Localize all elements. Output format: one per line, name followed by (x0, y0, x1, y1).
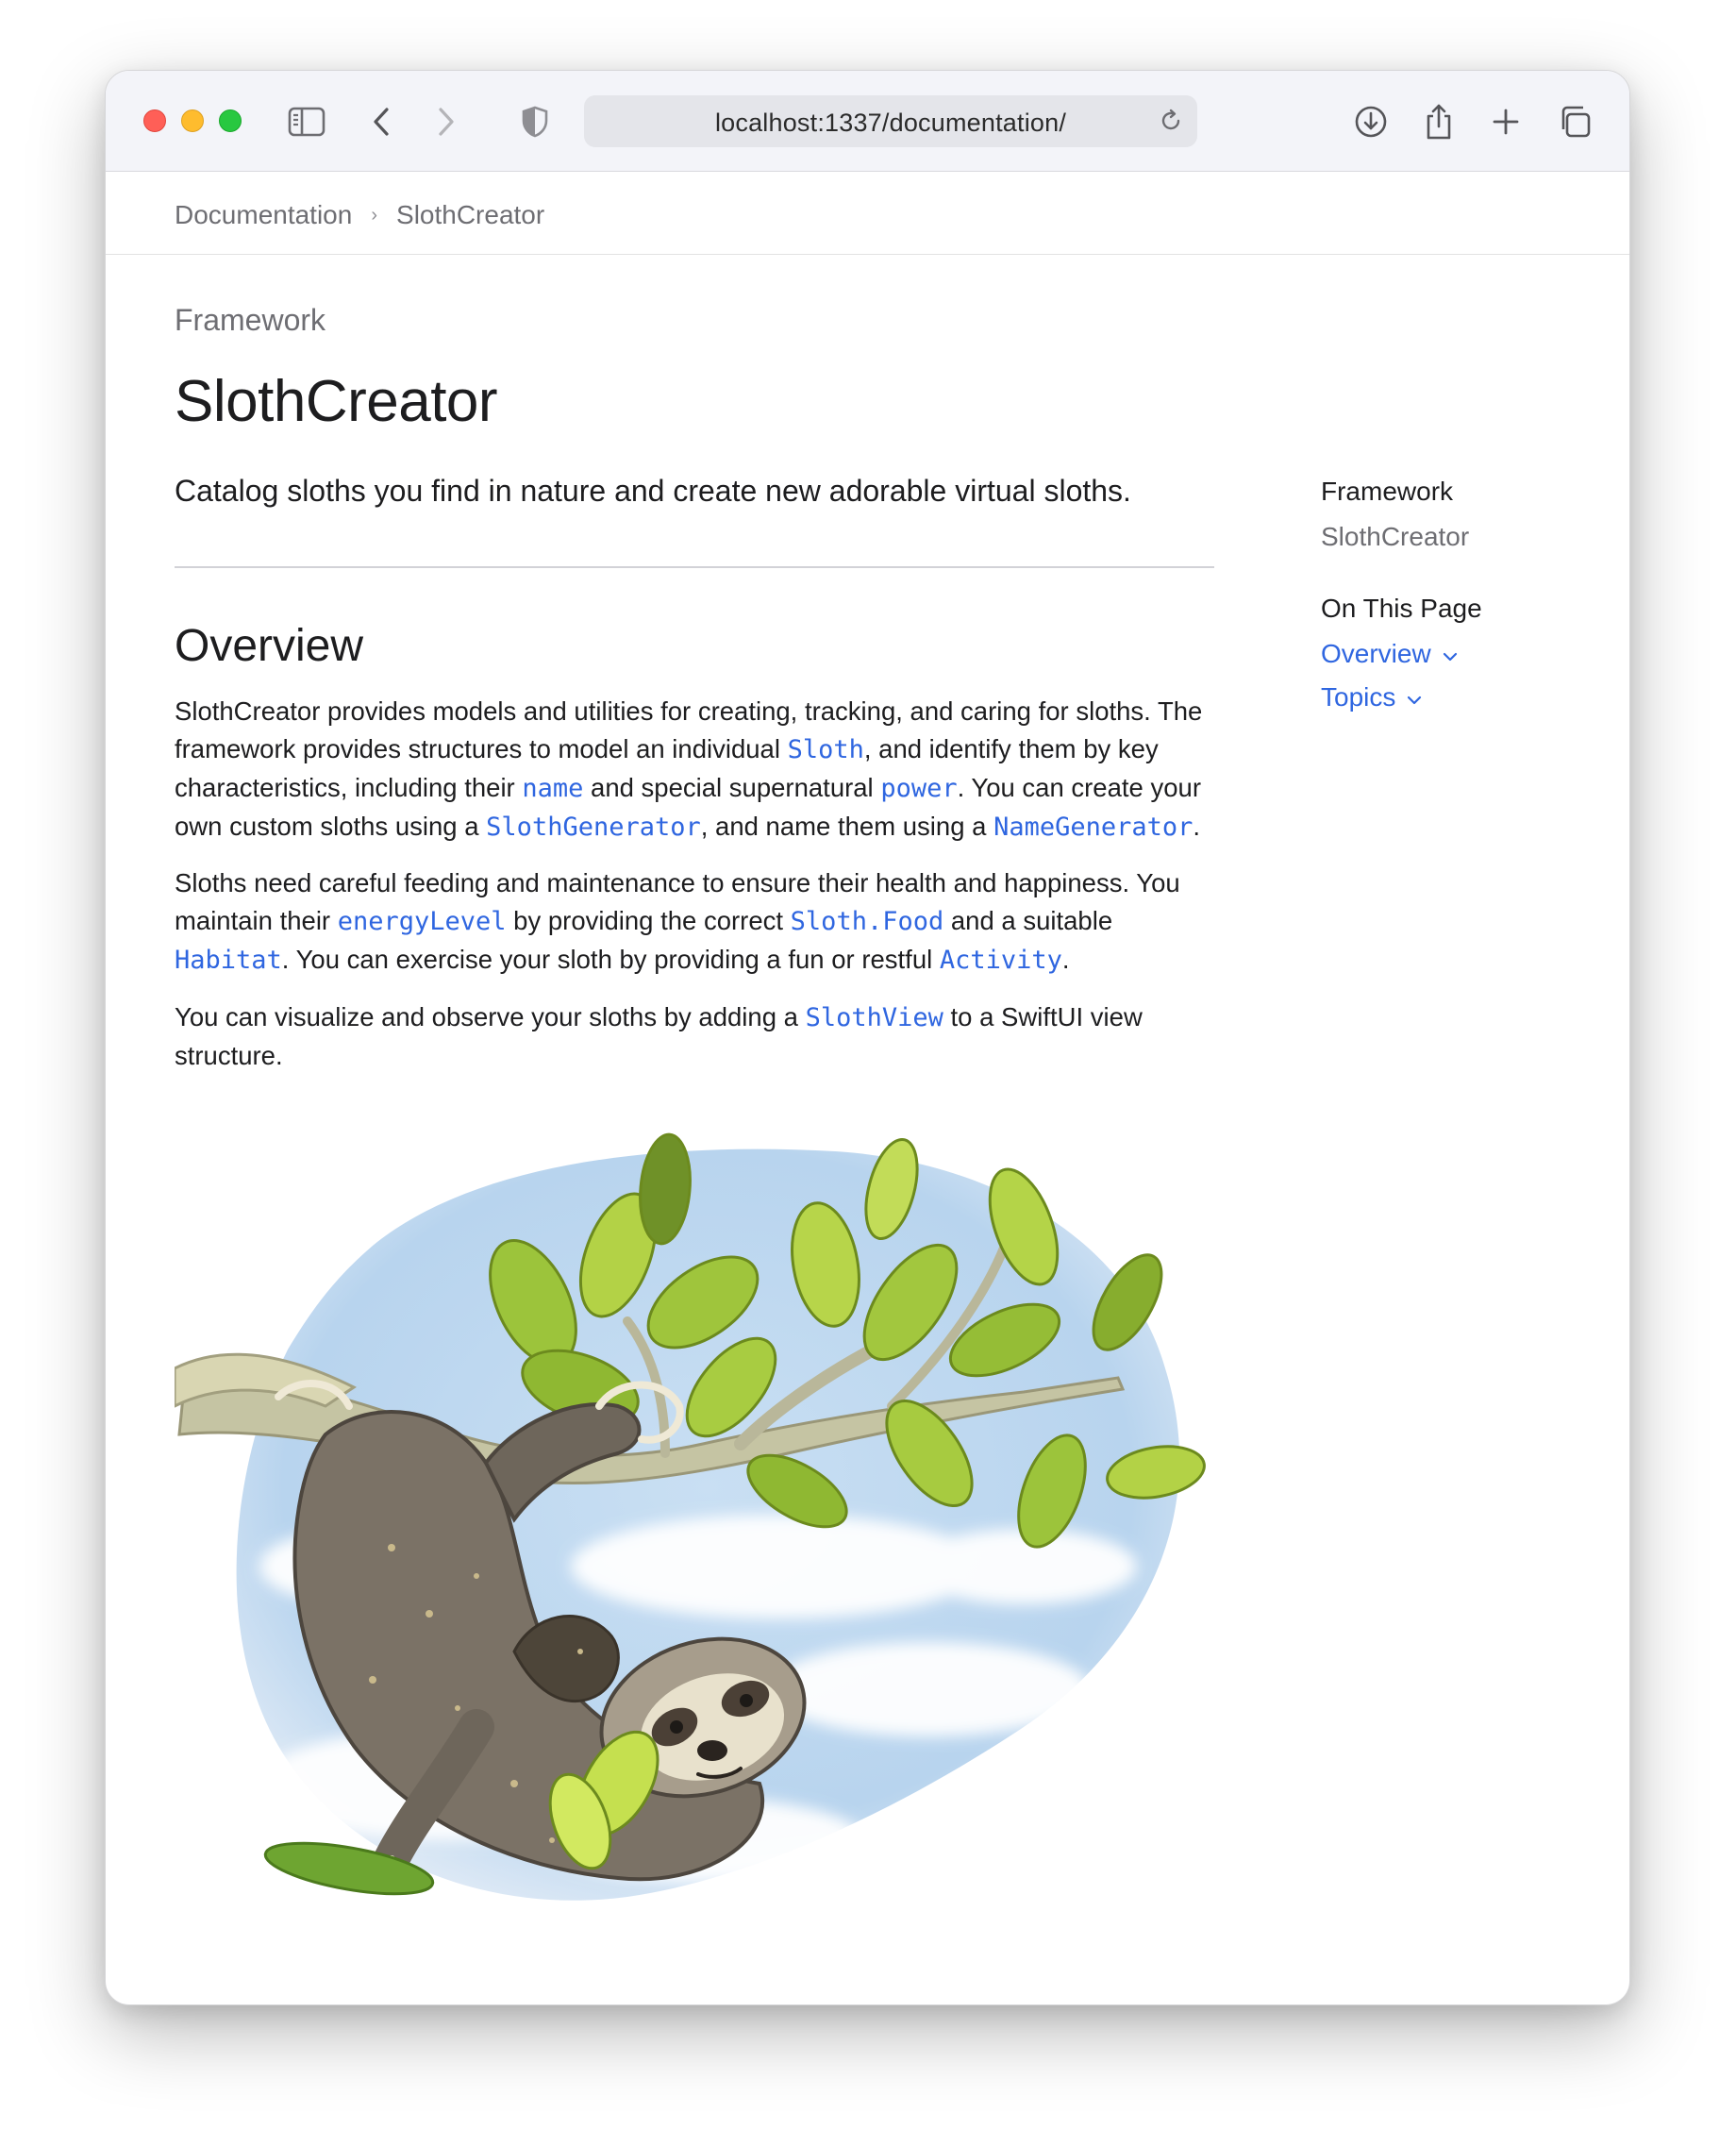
overview-paragraph: Sloths need careful feeding and maintena… (175, 864, 1222, 980)
minimize-window-button[interactable] (181, 109, 204, 132)
paragraph-text: by providing the correct (506, 906, 791, 935)
browser-toolbar: localhost:1337/documentation/ (106, 71, 1629, 172)
shield-icon[interactable] (512, 99, 558, 144)
breadcrumb-separator: › (371, 204, 378, 226)
paragraph-text: . (1061, 945, 1070, 974)
paragraph-text: You can visualize and observe your sloth… (175, 1002, 806, 1031)
symbol-link-name[interactable]: name (522, 774, 583, 803)
paragraph-text: and a suitable (943, 906, 1113, 935)
sidebar-link-label: Overview (1321, 639, 1431, 668)
sidebar-kind: Framework (1321, 477, 1454, 506)
sidebar-link-overview[interactable]: Overview (1321, 639, 1604, 669)
paragraph-text: . You can exercise your sloth by providi… (281, 945, 940, 974)
zoom-window-button[interactable] (219, 109, 242, 132)
sidebar-icon[interactable] (284, 99, 329, 144)
symbol-link-habitat[interactable]: Habitat (175, 946, 282, 975)
section-divider (175, 566, 1214, 568)
overview-paragraph: You can visualize and observe your sloth… (175, 998, 1222, 1075)
symbol-link-sloth[interactable]: Sloth (788, 735, 864, 764)
breadcrumb-current: SlothCreator (396, 200, 545, 229)
paragraph-text: , and name them using a (700, 812, 994, 841)
sidebar-module: SlothCreator (1321, 522, 1470, 551)
chevron-down-icon (1443, 639, 1458, 669)
browser-window: localhost:1337/documentation/ Documentat (105, 70, 1630, 2005)
on-this-page-heading: On This Page (1321, 594, 1482, 623)
breadcrumb-documentation[interactable]: Documentation (175, 200, 352, 230)
close-window-button[interactable] (143, 109, 166, 132)
breadcrumb: Documentation › SlothCreator (175, 200, 544, 230)
reload-icon[interactable] (1158, 108, 1184, 139)
symbol-link-name-generator[interactable]: NameGenerator (993, 813, 1193, 842)
symbol-link-sloth-food[interactable]: Sloth.Food (791, 907, 944, 936)
chevron-down-icon (1407, 682, 1422, 713)
paragraph-text: . (1193, 812, 1201, 841)
symbol-link-sloth-view[interactable]: SlothView (806, 1003, 943, 1032)
overview-heading: Overview (175, 621, 364, 671)
breadcrumb-bar: Documentation › SlothCreator (106, 172, 1629, 255)
forward-icon[interactable] (424, 99, 469, 144)
screenshot-stage: localhost:1337/documentation/ Documentat (0, 0, 1736, 2146)
overview-paragraph: SlothCreator provides models and utiliti… (175, 693, 1222, 847)
new-tab-icon[interactable] (1483, 99, 1528, 144)
symbol-link-power[interactable]: power (880, 774, 957, 803)
page-title: SlothCreator (175, 369, 498, 434)
sidebar-link-topics[interactable]: Topics (1321, 682, 1604, 713)
symbol-link-energy-level[interactable]: energyLevel (338, 907, 507, 936)
back-icon[interactable] (359, 99, 404, 144)
download-icon[interactable] (1348, 99, 1394, 144)
symbol-link-activity[interactable]: Activity (940, 946, 1062, 975)
address-bar[interactable]: localhost:1337/documentation/ (584, 95, 1197, 147)
page-eyebrow: Framework (175, 303, 326, 337)
address-url[interactable]: localhost:1337/documentation/ (584, 109, 1197, 138)
sidebar-link-label: Topics (1321, 682, 1396, 712)
on-this-page-sidebar: Framework SlothCreator On This Page Over… (1321, 477, 1604, 726)
tab-overview-icon[interactable] (1552, 99, 1597, 144)
page-abstract: Catalog sloths you find in nature and cr… (175, 474, 1131, 508)
paragraph-text: and special supernatural (583, 773, 881, 802)
sloth-illustration (173, 1123, 1222, 1953)
symbol-link-sloth-generator[interactable]: SlothGenerator (486, 813, 701, 842)
share-icon[interactable] (1416, 99, 1461, 144)
